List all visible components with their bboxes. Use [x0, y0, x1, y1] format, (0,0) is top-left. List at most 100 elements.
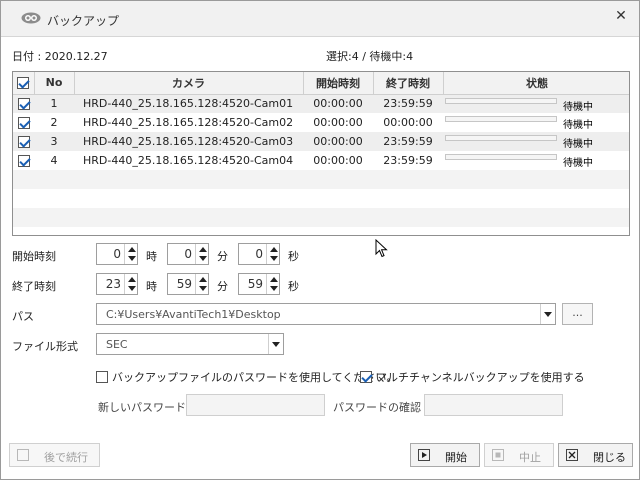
continue-later-button[interactable]: 後で続行	[9, 443, 100, 467]
start-hour-value: 0	[113, 247, 121, 261]
browse-button[interactable]: ...	[562, 303, 593, 325]
multichannel-checkbox[interactable]	[360, 371, 372, 383]
minute-unit: 分	[217, 250, 228, 263]
spinner-arrows-icon[interactable]	[195, 244, 208, 264]
select-all-cell[interactable]	[13, 72, 35, 95]
row-status-text: 待機中	[563, 101, 593, 113]
start-button[interactable]: 開始	[410, 443, 480, 467]
chevron-down-icon[interactable]	[540, 304, 555, 324]
row-progress-bar	[445, 154, 557, 160]
use-password-checkbox[interactable]	[96, 371, 108, 383]
start-time-label: 開始時刻	[12, 250, 56, 263]
column-header-end[interactable]: 終了時刻	[373, 72, 444, 95]
start-minute-spinner[interactable]: 0	[167, 243, 209, 265]
end-time-label: 終了時刻	[12, 280, 56, 293]
empty-row	[13, 170, 629, 189]
table-row[interactable]: 4 HRD-440_25.18.165.128:4520-Cam04 00:00…	[13, 151, 629, 170]
end-minute-value: 59	[176, 277, 192, 291]
confirm-password-input[interactable]	[424, 394, 563, 416]
end-second-spinner[interactable]: 59	[238, 273, 280, 295]
start-second-spinner[interactable]: 0	[238, 243, 280, 265]
row-status: 待機中	[443, 94, 629, 113]
row-checkbox[interactable]	[17, 136, 30, 148]
row-progress-bar	[445, 116, 557, 122]
stop-icon	[492, 449, 504, 461]
table-row[interactable]: 1 HRD-440_25.18.165.128:4520-Cam01 00:00…	[13, 94, 629, 113]
empty-row	[13, 208, 629, 227]
new-password-input[interactable]	[186, 394, 325, 416]
row-status: 待機中	[443, 151, 629, 170]
file-format-select[interactable]: SEC	[96, 333, 284, 355]
column-header-camera[interactable]: カメラ	[74, 72, 304, 95]
close-button[interactable]: 閉じる	[558, 443, 633, 467]
continue-later-label: 後で続行	[44, 451, 88, 464]
mouse-cursor-icon	[375, 239, 388, 258]
column-header-start[interactable]: 開始時刻	[303, 72, 374, 95]
second-unit: 秒	[288, 250, 299, 263]
row-progress-bar	[445, 135, 557, 141]
title-bar: バックアップ ✕	[1, 1, 639, 37]
row-checkbox[interactable]	[17, 98, 30, 111]
row-checkbox[interactable]	[17, 117, 30, 129]
chevron-down-icon[interactable]	[268, 334, 283, 354]
row-end: 23:59:59	[373, 151, 443, 170]
continue-later-icon	[17, 449, 29, 461]
column-header-no[interactable]: No	[34, 72, 75, 95]
confirm-password-label: パスワードの確認	[333, 401, 421, 414]
row-status-text: 待機中	[563, 158, 593, 169]
close-box-icon	[566, 449, 578, 461]
row-camera: HRD-440_25.18.165.128:4520-Cam04	[74, 151, 303, 170]
spinner-arrows-icon[interactable]	[266, 244, 279, 264]
row-camera: HRD-440_25.18.165.128:4520-Cam01	[74, 94, 303, 113]
use-password-option[interactable]: バックアップファイルのパスワードを使用してください。	[96, 369, 397, 385]
stop-label: 中止	[519, 451, 541, 464]
camera-table: No カメラ 開始時刻 終了時刻 状態 1 HRD-440_25.18.165.…	[12, 71, 630, 236]
row-start: 00:00:00	[303, 132, 373, 151]
spinner-arrows-icon[interactable]	[124, 244, 137, 264]
row-status-text: 待機中	[563, 139, 593, 150]
selection-status: 選択:4 / 待機中:4	[326, 50, 414, 63]
second-unit: 秒	[288, 280, 299, 293]
end-hour-value: 23	[105, 277, 121, 291]
row-no: 4	[34, 151, 74, 170]
file-format-value: SEC	[106, 338, 128, 351]
empty-row	[13, 189, 629, 208]
multichannel-option[interactable]: マルチチャンネルバックアップを使用する	[360, 369, 585, 385]
hour-unit: 時	[146, 250, 157, 263]
close-icon[interactable]: ✕	[613, 8, 629, 24]
row-status: 待機中	[443, 132, 629, 151]
select-all-checkbox[interactable]	[17, 77, 30, 90]
row-end: 23:59:59	[373, 94, 443, 113]
row-status: 待機中	[443, 113, 629, 132]
row-start: 00:00:00	[303, 113, 373, 132]
use-password-label: バックアップファイルのパスワードを使用してください。	[112, 371, 398, 384]
table-row[interactable]: 2 HRD-440_25.18.165.128:4520-Cam02 00:00…	[13, 113, 629, 132]
row-end: 00:00:00	[373, 113, 443, 132]
end-second-value: 59	[247, 277, 263, 291]
row-no: 2	[34, 113, 74, 132]
start-second-value: 0	[255, 247, 263, 261]
end-hour-spinner[interactable]: 23	[96, 273, 138, 295]
path-select[interactable]: C:¥Users¥AvantiTech1¥Desktop	[96, 303, 556, 325]
start-hour-spinner[interactable]: 0	[96, 243, 138, 265]
row-start: 00:00:00	[303, 94, 373, 113]
start-label: 開始	[445, 451, 467, 464]
table-header-row: No カメラ 開始時刻 終了時刻 状態	[13, 72, 629, 95]
close-label: 閉じる	[593, 451, 626, 464]
column-header-status[interactable]: 状態	[443, 72, 629, 95]
spinner-arrows-icon[interactable]	[266, 274, 279, 294]
start-minute-value: 0	[184, 247, 192, 261]
date-label: 日付 : 2020.12.27	[12, 50, 108, 63]
stop-button[interactable]: 中止	[484, 443, 554, 467]
spinner-arrows-icon[interactable]	[124, 274, 137, 294]
row-camera: HRD-440_25.18.165.128:4520-Cam03	[74, 132, 303, 151]
table-row[interactable]: 3 HRD-440_25.18.165.128:4520-Cam03 00:00…	[13, 132, 629, 151]
row-progress-bar	[445, 97, 557, 104]
row-start: 00:00:00	[303, 151, 373, 170]
row-checkbox[interactable]	[17, 155, 30, 167]
play-icon	[418, 449, 430, 461]
spinner-arrows-icon[interactable]	[195, 274, 208, 294]
backup-dialog: バックアップ ✕ 日付 : 2020.12.27 選択:4 / 待機中:4 No…	[0, 0, 640, 480]
end-minute-spinner[interactable]: 59	[167, 273, 209, 295]
path-label: パス	[12, 310, 34, 323]
